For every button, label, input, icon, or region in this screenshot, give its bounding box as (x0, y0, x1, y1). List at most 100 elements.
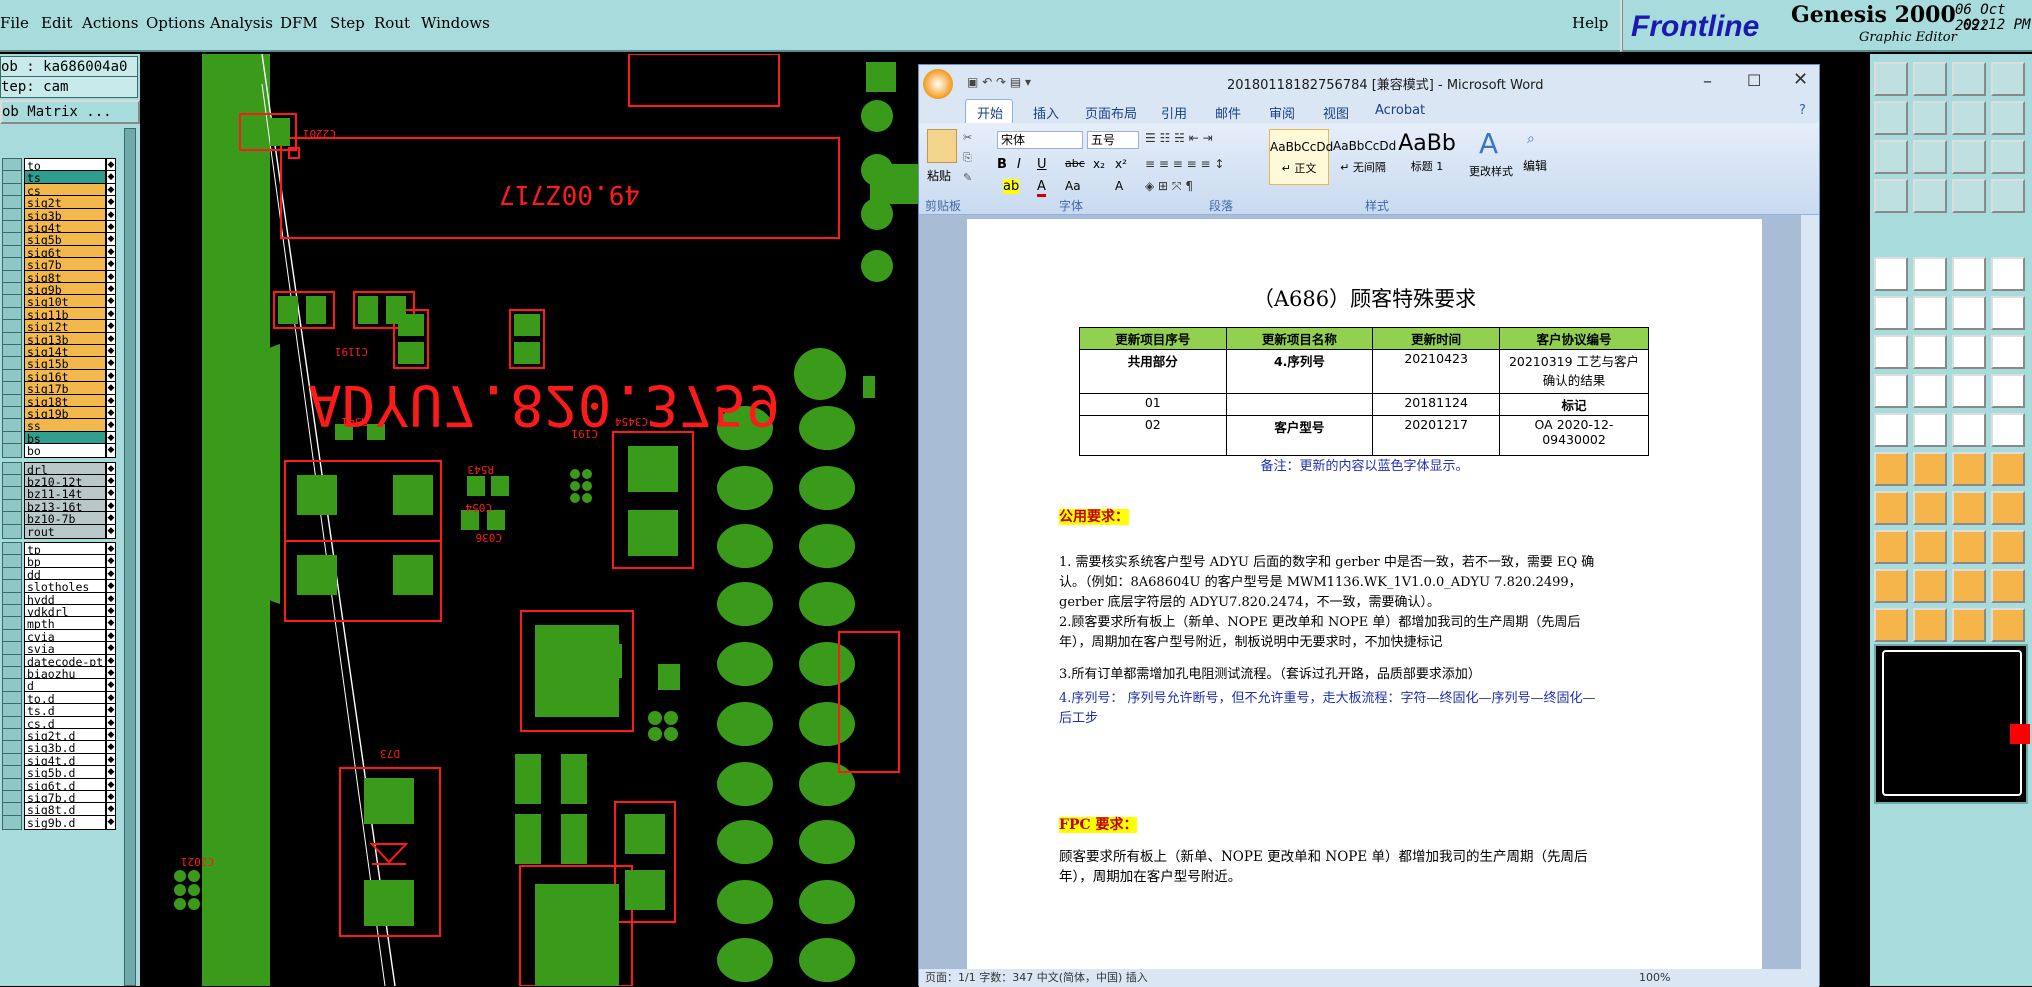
tool-button-icon[interactable] (1952, 608, 1986, 642)
menu-analysis[interactable]: Analysis (210, 14, 273, 32)
tool-button-icon[interactable] (1991, 140, 2025, 174)
tool-button-icon[interactable] (1913, 179, 1947, 213)
format-painter-icon[interactable]: ✎ (963, 171, 972, 184)
layer-color-swatch[interactable] (2, 814, 22, 830)
font-color-icon[interactable]: A (1037, 179, 1046, 197)
tool-button-icon[interactable] (1952, 101, 1986, 135)
job-matrix-button[interactable]: ob Matrix ... (0, 100, 140, 124)
copy-icon[interactable]: ⎘ (963, 151, 972, 165)
tool-button-icon[interactable] (1913, 569, 1947, 603)
tool-button-icon[interactable] (1874, 530, 1908, 564)
overview-window[interactable] (1874, 644, 2030, 804)
menu-help[interactable]: Help (1572, 14, 1608, 32)
tool-button-icon[interactable] (1913, 101, 1947, 135)
tool-button-icon[interactable] (1913, 62, 1947, 96)
style-heading1[interactable]: AaBb 标题 1 (1397, 129, 1457, 185)
tool-button-icon[interactable] (1874, 140, 1908, 174)
list-icons[interactable]: ☰ ☷ ☵ ⇤ ⇥ (1145, 131, 1213, 145)
tool-button-icon[interactable] (1874, 491, 1908, 525)
tool-button-icon[interactable] (1952, 569, 1986, 603)
tool-button-icon[interactable] (1952, 491, 1986, 525)
tool-button-icon[interactable] (1991, 491, 2025, 525)
menu-edit[interactable]: Edit (41, 14, 72, 32)
quick-access-icons[interactable]: ▣ ↶ ↷ ▤ ▾ (967, 75, 1031, 89)
tool-button-icon[interactable] (1991, 335, 2025, 369)
superscript-icon[interactable]: x² (1115, 157, 1127, 171)
find-icon[interactable]: ⌕ (1527, 131, 1535, 147)
tool-button-icon[interactable] (1874, 296, 1908, 330)
cut-icon[interactable]: ✂ (963, 131, 972, 144)
subscript-icon[interactable]: x₂ (1093, 157, 1105, 171)
tool-button-icon[interactable] (1952, 179, 1986, 213)
tool-button-icon[interactable] (1991, 101, 2025, 135)
tool-button-icon[interactable] (1991, 569, 2025, 603)
char-border-icon[interactable]: A (1115, 179, 1123, 193)
edit-group-button[interactable]: 编辑 (1523, 157, 1547, 174)
menu-actions[interactable]: Actions (82, 14, 138, 32)
tool-button-icon[interactable] (1952, 140, 1986, 174)
tool-button-icon[interactable] (1913, 530, 1947, 564)
pcb-canvas[interactable]: 49.00Z717 ADYU7.820.3759 C2201 C1191 R54… (140, 54, 918, 986)
tab-view[interactable]: 视图 (1323, 103, 1349, 122)
paste-button[interactable]: 粘贴 (927, 167, 951, 184)
paste-icon[interactable] (927, 129, 957, 163)
menu-windows[interactable]: Windows (421, 14, 490, 32)
maximize-icon[interactable]: ☐ (1747, 71, 1761, 90)
document-page[interactable]: （A686）顾客特殊要求 更新项目序号 更新项目名称 更新时间 客户协议编号 共… (967, 219, 1762, 987)
minimize-icon[interactable]: – (1703, 71, 1712, 92)
tab-review[interactable]: 审阅 (1269, 103, 1295, 122)
tool-button-icon[interactable] (1991, 257, 2025, 291)
close-icon[interactable]: ✕ (1793, 69, 1808, 90)
tool-button-icon[interactable] (1991, 62, 2025, 96)
tool-button-icon[interactable] (1874, 257, 1908, 291)
tab-mailings[interactable]: 邮件 (1215, 103, 1241, 122)
shading-icons[interactable]: ◈ ⊞ ⤧ ¶ (1145, 179, 1193, 194)
vertical-scrollbar[interactable] (1801, 215, 1819, 987)
change-case-icon[interactable]: Aa (1065, 179, 1081, 193)
menu-step[interactable]: Step (330, 14, 365, 32)
tool-button-icon[interactable] (1991, 296, 2025, 330)
tool-button-icon[interactable] (1952, 530, 1986, 564)
tool-button-icon[interactable] (1991, 179, 2025, 213)
tab-acrobat[interactable]: Acrobat (1375, 103, 1425, 118)
tool-button-icon[interactable] (1991, 374, 2025, 408)
tool-button-icon[interactable] (1913, 140, 1947, 174)
tool-button-icon[interactable] (1913, 257, 1947, 291)
tool-button-icon[interactable] (1913, 413, 1947, 447)
office-button[interactable] (923, 69, 953, 99)
tool-button-icon[interactable] (1913, 608, 1947, 642)
tool-button-icon[interactable] (1874, 452, 1908, 486)
tab-page-layout[interactable]: 页面布局 (1085, 103, 1137, 122)
tool-button-icon[interactable] (1913, 452, 1947, 486)
style-no-spacing[interactable]: AaBbCcDd ↵ 无间隔 (1333, 129, 1396, 185)
tool-button-icon[interactable] (1952, 452, 1986, 486)
tab-insert[interactable]: 插入 (1033, 103, 1059, 122)
tool-button-icon[interactable] (1913, 335, 1947, 369)
tool-button-icon[interactable] (1913, 296, 1947, 330)
change-styles-icon[interactable]: A (1479, 127, 1498, 160)
layer-item[interactable]: rout (24, 523, 106, 539)
highlight-icon[interactable]: ab (1003, 179, 1020, 194)
tool-button-icon[interactable] (1874, 101, 1908, 135)
layer-toggle-icon[interactable]: ◆ (106, 814, 116, 830)
tool-button-icon[interactable] (1991, 608, 2025, 642)
tool-button-icon[interactable] (1952, 374, 1986, 408)
menu-dfm[interactable]: DFM (280, 14, 318, 32)
tool-button-icon[interactable] (1952, 62, 1986, 96)
tool-button-icon[interactable] (1913, 491, 1947, 525)
tool-button-icon[interactable] (1874, 374, 1908, 408)
tool-button-icon[interactable] (1952, 413, 1986, 447)
tool-button-icon[interactable] (1952, 296, 1986, 330)
tab-references[interactable]: 引用 (1161, 103, 1187, 122)
help-icon[interactable]: ? (1799, 103, 1806, 118)
strikethrough-icon[interactable]: abc (1065, 157, 1085, 170)
tool-button-icon[interactable] (1952, 257, 1986, 291)
tool-button-icon[interactable] (1952, 335, 1986, 369)
change-styles-button[interactable]: 更改样式 (1469, 163, 1513, 179)
font-size-select[interactable]: 五号 (1087, 131, 1139, 149)
menu-file[interactable]: File (0, 14, 29, 32)
menu-rout[interactable]: Rout (374, 14, 410, 32)
bold-icon[interactable]: B (997, 157, 1007, 172)
style-normal[interactable]: AaBbCcDd ↵ 正文 (1269, 129, 1333, 185)
tool-button-icon[interactable] (1991, 530, 2025, 564)
